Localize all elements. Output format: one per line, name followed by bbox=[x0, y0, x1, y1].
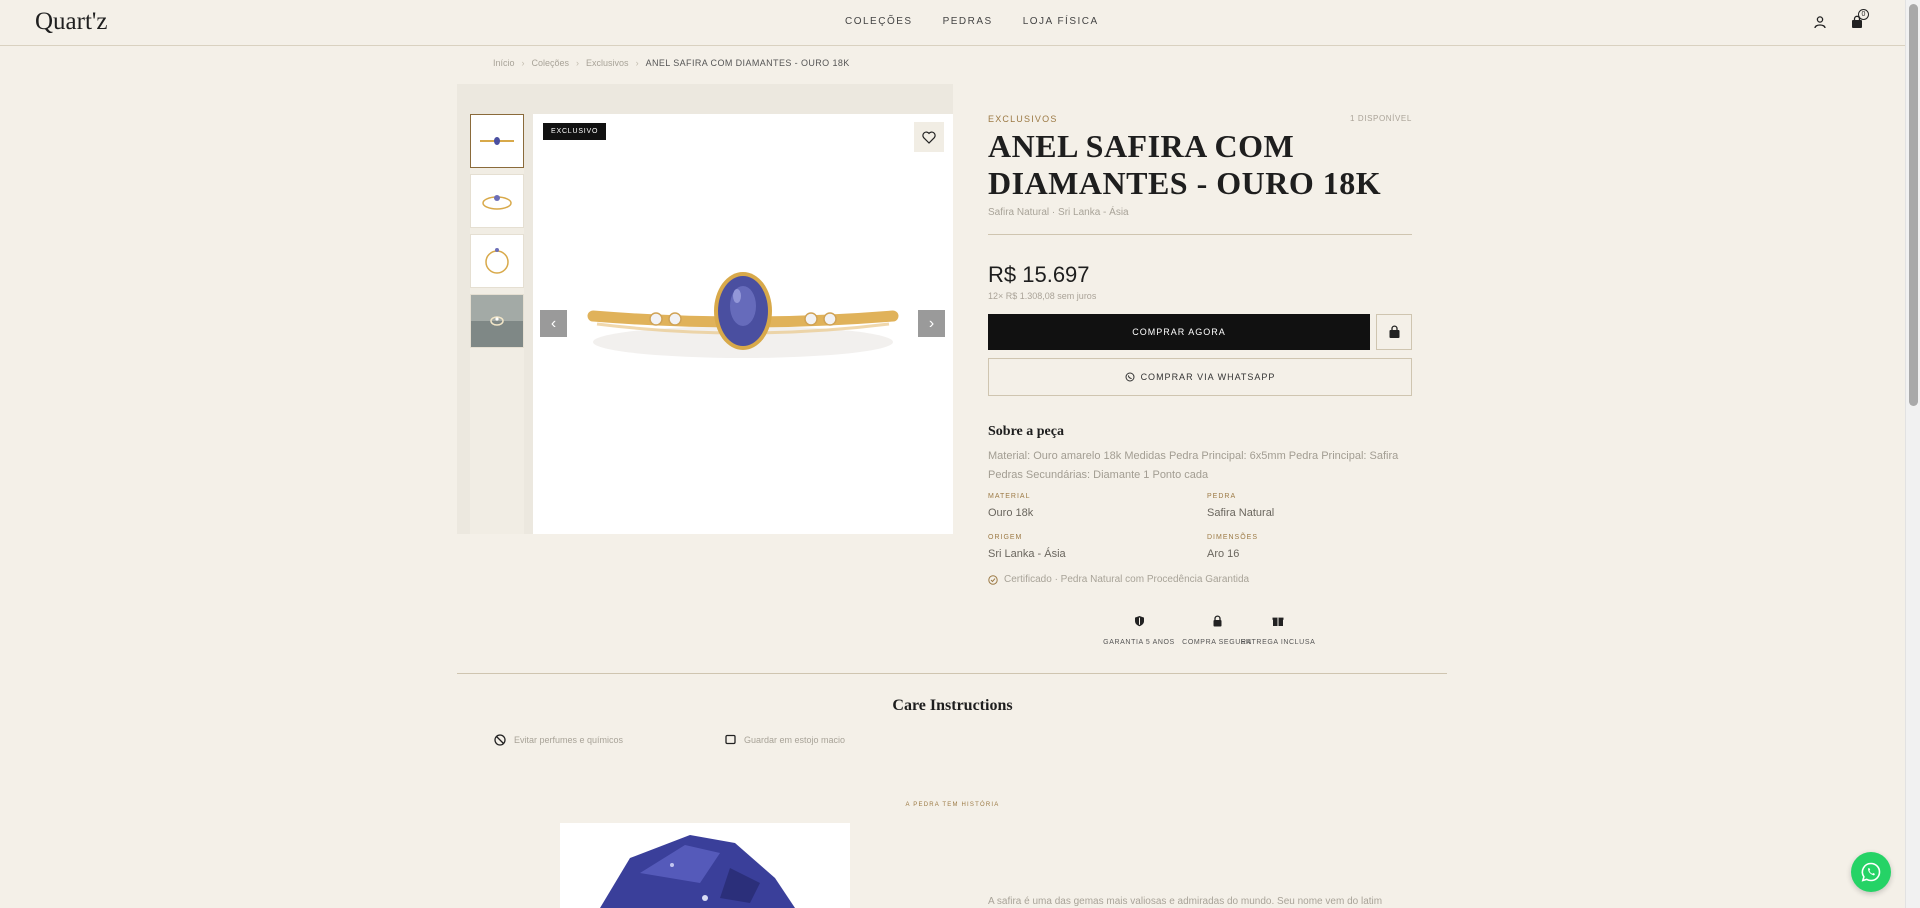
spec-value-pedra: Safira Natural bbox=[1207, 507, 1275, 519]
breadcrumb-colecoes[interactable]: Coleções bbox=[532, 58, 570, 68]
whatsapp-chat-button[interactable] bbox=[1851, 852, 1891, 892]
spec-value-dimensoes: Aro 16 bbox=[1207, 548, 1240, 560]
care-item-chemicals: Evitar perfumes e químicos bbox=[494, 734, 623, 746]
spec-label-origem: ORIGEM bbox=[988, 534, 1023, 541]
breadcrumb-current: ANEL SAFIRA COM DIAMANTES - OURO 18K bbox=[645, 58, 850, 68]
add-to-bag-button[interactable] bbox=[1376, 314, 1412, 350]
scrollbar-thumb[interactable] bbox=[1909, 4, 1918, 406]
about-description: Material: Ouro amarelo 18k Medidas Pedra… bbox=[988, 450, 1399, 481]
prohibited-icon bbox=[494, 734, 506, 746]
spec-label-material: MATERIAL bbox=[988, 493, 1031, 500]
certificate-note: Certificado · Pedra Natural com Procedên… bbox=[988, 574, 1249, 585]
care-heading: Care Instructions bbox=[892, 697, 1013, 714]
breadcrumb-separator: › bbox=[521, 58, 525, 68]
breadcrumb-separator: › bbox=[635, 58, 639, 68]
story-tag: A PEDRA TEM HISTÓRIA bbox=[905, 802, 1000, 808]
story-stone-image bbox=[560, 823, 850, 908]
page-scrollbar[interactable] bbox=[1905, 0, 1920, 908]
thumbnail-1[interactable] bbox=[470, 114, 524, 168]
spec-value-material: Ouro 18k bbox=[988, 507, 1034, 519]
installments-text: 12× R$ 1.308,08 sem juros bbox=[988, 291, 1097, 301]
main-nav: COLEÇÕES PEDRAS LOJA FÍSICA bbox=[845, 16, 1099, 27]
product-category[interactable]: EXCLUSIVOS bbox=[988, 114, 1058, 124]
nav-pedras[interactable]: PEDRAS bbox=[943, 16, 993, 27]
thumbnail-4[interactable] bbox=[470, 294, 524, 348]
feature-delivery-label: ENTREGA INCLUSA bbox=[1240, 639, 1316, 646]
spec-value-origem: Sri Lanka - Ásia bbox=[988, 548, 1066, 560]
nav-loja-fisica[interactable]: LOJA FÍSICA bbox=[1023, 16, 1099, 27]
wishlist-heart-icon[interactable] bbox=[914, 122, 944, 152]
whatsapp-buy-label: COMPRAR VIA WHATSAPP bbox=[1140, 372, 1276, 382]
product-price: R$ 15.697 bbox=[988, 262, 1090, 287]
gift-icon bbox=[1272, 617, 1284, 626]
feature-guarantee-label: GARANTIA 5 ANOS bbox=[1103, 639, 1175, 646]
thumbnail-3[interactable] bbox=[470, 234, 524, 288]
cart-count-badge: 0 bbox=[1858, 9, 1869, 20]
bag-icon bbox=[1389, 325, 1399, 338]
site-header: Quart'z COLEÇÕES PEDRAS LOJA FÍSICA 0 bbox=[0, 0, 1905, 46]
main-product-image[interactable]: EXCLUSIVO ‹ › bbox=[533, 114, 953, 534]
care-item-storage-text: Guardar em estojo macio bbox=[744, 734, 846, 745]
exclusive-badge: EXCLUSIVO bbox=[543, 123, 607, 140]
next-image-button[interactable]: › bbox=[918, 310, 945, 337]
lock-icon bbox=[1213, 615, 1221, 627]
prev-image-button[interactable]: ‹ bbox=[540, 310, 567, 337]
thumbnail-2[interactable] bbox=[470, 174, 524, 228]
box-icon bbox=[725, 734, 736, 745]
certificate-text: Certificado · Pedra Natural com Procedên… bbox=[1004, 574, 1250, 585]
buy-now-button[interactable]: COMPRAR AGORA bbox=[988, 314, 1370, 350]
feature-delivery: ENTREGA INCLUSA bbox=[1238, 614, 1318, 647]
whatsapp-buy-button[interactable]: COMPRAR VIA WHATSAPP bbox=[988, 358, 1412, 396]
product-subtitle: Safira Natural · Sri Lanka - Ásia bbox=[988, 207, 1129, 218]
product-title: ANEL SAFIRA COM DIAMANTES - OURO 18K bbox=[988, 128, 1382, 201]
user-icon[interactable] bbox=[1810, 12, 1830, 32]
nav-colecoes[interactable]: COLEÇÕES bbox=[845, 16, 913, 27]
about-heading: Sobre a peça bbox=[988, 424, 1064, 439]
care-item-storage: Guardar em estojo macio bbox=[725, 734, 845, 745]
breadcrumb-exclusivos[interactable]: Exclusivos bbox=[586, 58, 629, 68]
logo[interactable]: Quart'z bbox=[35, 8, 108, 36]
cart-icon[interactable]: 0 bbox=[1847, 9, 1869, 32]
shield-icon bbox=[1134, 616, 1144, 627]
breadcrumb-separator: › bbox=[576, 58, 580, 68]
ring-illustration bbox=[587, 272, 899, 358]
spec-label-pedra: PEDRA bbox=[1207, 493, 1237, 500]
whatsapp-icon bbox=[1861, 862, 1881, 882]
spec-label-dimensoes: DIMENSÕES bbox=[1207, 534, 1259, 541]
whatsapp-icon bbox=[1125, 372, 1135, 382]
section-divider bbox=[457, 673, 1447, 674]
divider bbox=[988, 234, 1412, 235]
stock-availability: 1 DISPONÍVEL bbox=[1350, 114, 1412, 123]
thumbnail-strip bbox=[470, 114, 524, 534]
breadcrumb: Início › Coleções › Exclusivos › ANEL SA… bbox=[493, 58, 850, 68]
breadcrumb-inicio[interactable]: Início bbox=[493, 58, 515, 68]
feature-guarantee: GARANTIA 5 ANOS bbox=[1099, 614, 1179, 647]
check-circle-icon bbox=[988, 574, 998, 585]
care-item-chemicals-text: Evitar perfumes e químicos bbox=[514, 735, 624, 745]
story-text: A safira é uma das gemas mais valiosas e… bbox=[988, 896, 1383, 907]
